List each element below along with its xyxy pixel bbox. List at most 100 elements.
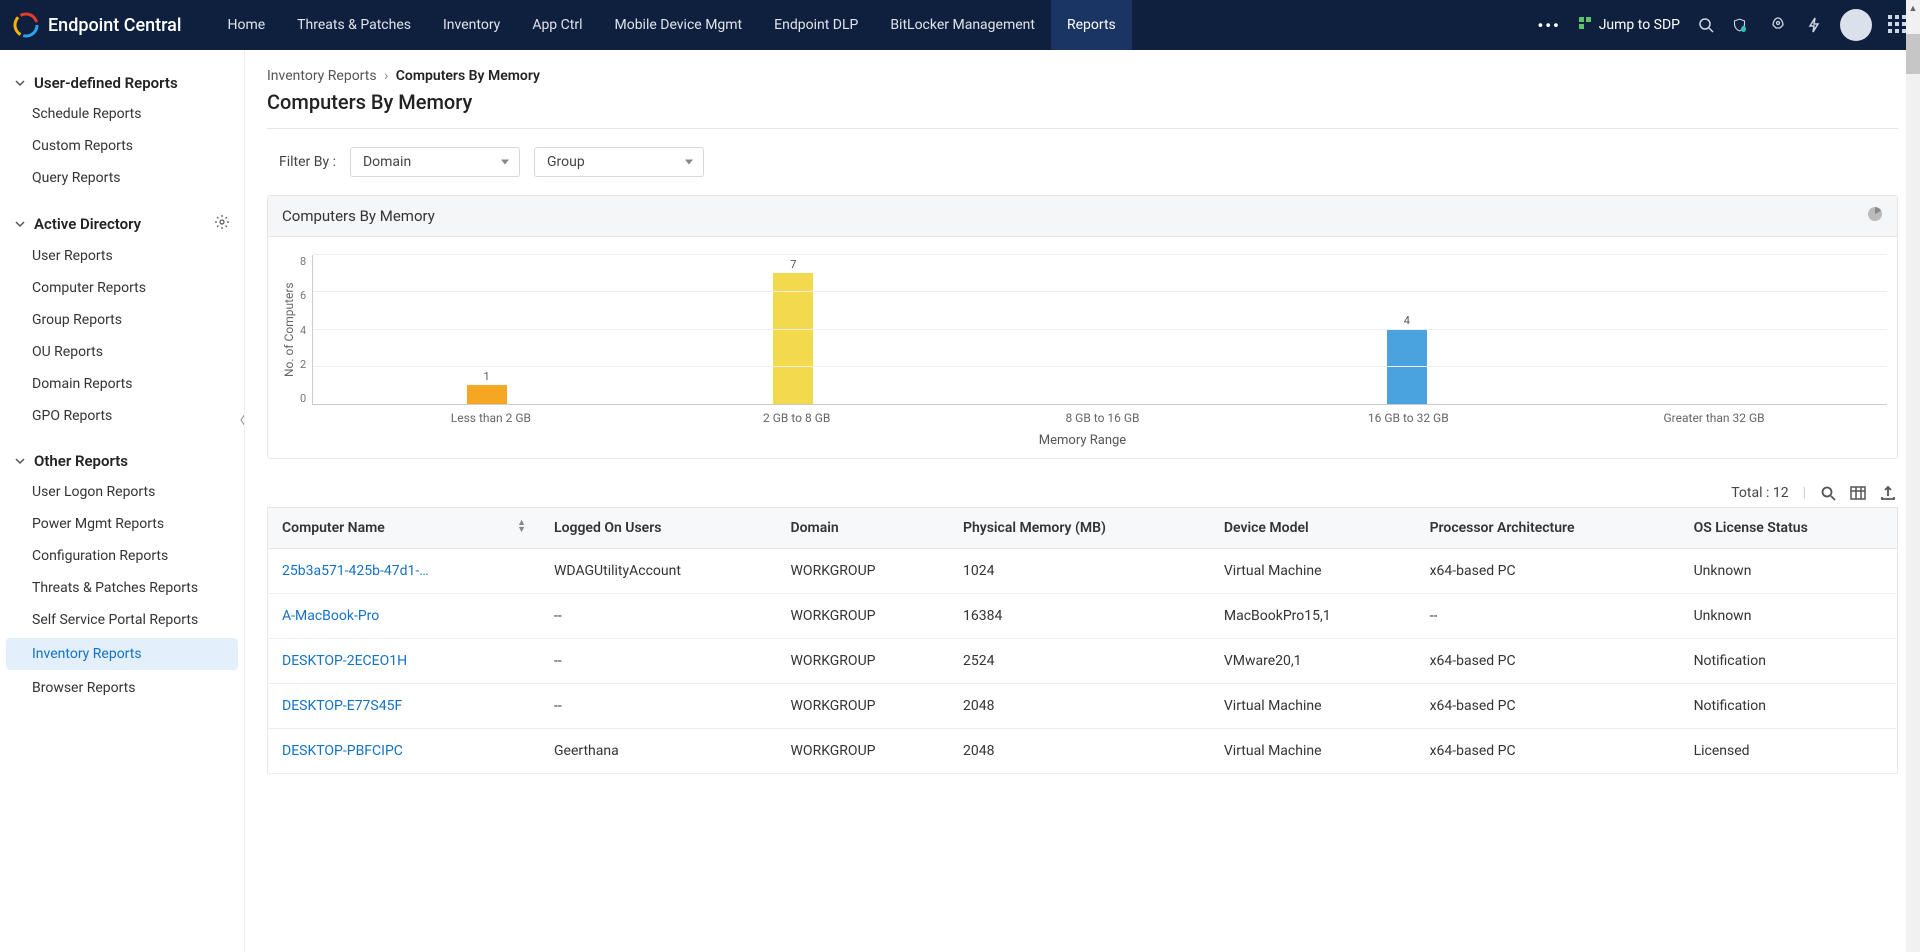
main-content: Inventory Reports › Computers By Memory … bbox=[245, 50, 1920, 952]
cell-memory: 2048 bbox=[949, 684, 1210, 729]
y-axis-label: No. of Computers bbox=[278, 255, 300, 405]
sidebar-item-gpo-reports[interactable]: GPO Reports bbox=[0, 400, 244, 432]
column-computer-name[interactable]: Computer Name▲▼ bbox=[268, 508, 541, 549]
nav-app-ctrl[interactable]: App Ctrl bbox=[516, 0, 598, 50]
page-scrollbar[interactable]: ▲ bbox=[1906, 0, 1920, 952]
cell-domain: WORKGROUP bbox=[777, 594, 949, 639]
nav-endpoint-dlp[interactable]: Endpoint DLP bbox=[758, 0, 874, 50]
cell-domain: WORKGROUP bbox=[777, 549, 949, 594]
domain-select[interactable]: Domain bbox=[350, 147, 520, 177]
sidebar-item-custom-reports[interactable]: Custom Reports bbox=[0, 130, 244, 162]
page-title: Computers By Memory bbox=[267, 90, 1898, 114]
sidebar-item-power-mgmt-reports[interactable]: Power Mgmt Reports bbox=[0, 508, 244, 540]
chevron-down-icon bbox=[14, 455, 28, 467]
sidebar-item-configuration-reports[interactable]: Configuration Reports bbox=[0, 540, 244, 572]
pie-chart-icon[interactable] bbox=[1867, 206, 1883, 226]
cell-user: WDAGUtilityAccount bbox=[540, 549, 777, 594]
cell-arch: x64-based PC bbox=[1416, 729, 1680, 774]
nav-bitlocker-management[interactable]: BitLocker Management bbox=[874, 0, 1051, 50]
sidebar-item-user-reports[interactable]: User Reports bbox=[0, 240, 244, 272]
nav-mobile-device-mgmt[interactable]: Mobile Device Mgmt bbox=[598, 0, 758, 50]
cell-memory: 2048 bbox=[949, 729, 1210, 774]
bar-less-than-2-gb[interactable]: 1 bbox=[457, 370, 517, 404]
x-axis-label: Memory Range bbox=[278, 433, 1887, 448]
breadcrumb-parent[interactable]: Inventory Reports bbox=[267, 68, 377, 84]
cell-arch: -- bbox=[1416, 594, 1680, 639]
search-icon[interactable] bbox=[1696, 15, 1716, 35]
sort-icon[interactable]: ▲▼ bbox=[517, 520, 526, 534]
bar-16-gb-to-32-gb[interactable]: 4 bbox=[1377, 314, 1437, 404]
main-nav: HomeThreats & PatchesInventoryApp CtrlMo… bbox=[211, 0, 1521, 50]
nav-threats-patches[interactable]: Threats & Patches bbox=[281, 0, 427, 50]
sidebar-item-ou-reports[interactable]: OU Reports bbox=[0, 336, 244, 368]
computer-name-link[interactable]: DESKTOP-2ECEO1H bbox=[268, 639, 541, 684]
breadcrumb-current: Computers By Memory bbox=[396, 68, 540, 84]
sidebar-item-group-reports[interactable]: Group Reports bbox=[0, 304, 244, 336]
sidebar-item-schedule-reports[interactable]: Schedule Reports bbox=[0, 98, 244, 130]
cell-user: -- bbox=[540, 684, 777, 729]
brand-logo[interactable]: Endpoint Central bbox=[12, 11, 181, 39]
user-avatar[interactable] bbox=[1840, 9, 1872, 41]
apps-grid-icon[interactable] bbox=[1888, 15, 1908, 35]
sidebar-section-other-reports[interactable]: Other Reports bbox=[0, 446, 244, 476]
sidebar-item-self-service-portal-reports[interactable]: Self Service Portal Reports bbox=[0, 604, 244, 636]
column-logged-on-users[interactable]: Logged On Users bbox=[540, 508, 777, 549]
sidebar-section-user-defined-reports[interactable]: User-defined Reports bbox=[0, 68, 244, 98]
chart-panel-header: Computers By Memory bbox=[268, 196, 1897, 237]
cell-model: VMware20,1 bbox=[1210, 639, 1416, 684]
table-row: A-MacBook-Pro--WORKGROUP16384MacBookPro1… bbox=[268, 594, 1898, 639]
bolt-icon[interactable] bbox=[1804, 15, 1824, 35]
sidebar-item-query-reports[interactable]: Query Reports bbox=[0, 162, 244, 194]
cell-license: Unknown bbox=[1680, 549, 1898, 594]
cell-domain: WORKGROUP bbox=[777, 639, 949, 684]
table-row: DESKTOP-2ECEO1H--WORKGROUP2524VMware20,1… bbox=[268, 639, 1898, 684]
computer-name-link[interactable]: 25b3a571-425b-47d1-86... bbox=[268, 549, 541, 594]
x-axis-labels: Less than 2 GB2 GB to 8 GB8 GB to 16 GB1… bbox=[278, 405, 1887, 425]
column-os-license-status[interactable]: OS License Status bbox=[1680, 508, 1898, 549]
shield-icon[interactable] bbox=[1732, 15, 1752, 35]
group-select[interactable]: Group bbox=[534, 147, 704, 177]
nav-home[interactable]: Home bbox=[211, 0, 281, 50]
bar-2-gb-to-8-gb[interactable]: 7 bbox=[763, 258, 823, 404]
table-columns-icon[interactable] bbox=[1850, 485, 1866, 501]
cell-license: Notification bbox=[1680, 639, 1898, 684]
chevron-down-icon bbox=[14, 77, 28, 89]
sidebar-item-computer-reports[interactable]: Computer Reports bbox=[0, 272, 244, 304]
x-label: 2 GB to 8 GB bbox=[737, 411, 857, 425]
chart-panel: Computers By Memory No. of Computers 864… bbox=[267, 195, 1898, 459]
sidebar-item-inventory-reports[interactable]: Inventory Reports bbox=[6, 638, 238, 670]
computer-name-link[interactable]: A-MacBook-Pro bbox=[268, 594, 541, 639]
sidebar-item-threats-patches-reports[interactable]: Threats & Patches Reports bbox=[0, 572, 244, 604]
table-row: DESKTOP-PBFCIPCGeerthanaWORKGROUP2048Vir… bbox=[268, 729, 1898, 774]
column-domain[interactable]: Domain bbox=[777, 508, 949, 549]
column-device-model[interactable]: Device Model bbox=[1210, 508, 1416, 549]
sidebar-item-domain-reports[interactable]: Domain Reports bbox=[0, 368, 244, 400]
jump-label: Jump to SDP bbox=[1599, 17, 1680, 33]
sidebar-section-active-directory[interactable]: Active Directory bbox=[0, 208, 244, 240]
jump-to-sdp-link[interactable]: Jump to SDP bbox=[1577, 15, 1680, 35]
computer-name-link[interactable]: DESKTOP-E77S45F bbox=[268, 684, 541, 729]
topbar-right: Jump to SDP bbox=[1577, 9, 1908, 41]
cell-memory: 2524 bbox=[949, 639, 1210, 684]
rocket-icon[interactable] bbox=[1768, 15, 1788, 35]
cell-domain: WORKGROUP bbox=[777, 729, 949, 774]
brand-name: Endpoint Central bbox=[48, 15, 181, 36]
scroll-up-arrow[interactable]: ▲ bbox=[1906, 0, 1920, 16]
column-physical-memory-mb-[interactable]: Physical Memory (MB) bbox=[949, 508, 1210, 549]
cell-arch: x64-based PC bbox=[1416, 684, 1680, 729]
scrollbar-thumb[interactable] bbox=[1906, 34, 1920, 74]
nav-reports[interactable]: Reports bbox=[1051, 0, 1132, 50]
sidebar-item-user-logon-reports[interactable]: User Logon Reports bbox=[0, 476, 244, 508]
gear-icon[interactable] bbox=[214, 214, 230, 234]
column-processor-architecture[interactable]: Processor Architecture bbox=[1416, 508, 1680, 549]
export-icon[interactable] bbox=[1880, 485, 1896, 501]
sidebar-item-browser-reports[interactable]: Browser Reports bbox=[0, 672, 244, 704]
computer-name-link[interactable]: DESKTOP-PBFCIPC bbox=[268, 729, 541, 774]
nav-more-icon[interactable]: ••• bbox=[1521, 16, 1576, 35]
cell-user: -- bbox=[540, 639, 777, 684]
nav-inventory[interactable]: Inventory bbox=[427, 0, 516, 50]
top-bar: Endpoint Central HomeThreats & PatchesIn… bbox=[0, 0, 1920, 50]
table-search-icon[interactable] bbox=[1820, 485, 1836, 501]
endpoint-central-icon bbox=[12, 11, 40, 39]
cell-arch: x64-based PC bbox=[1416, 639, 1680, 684]
